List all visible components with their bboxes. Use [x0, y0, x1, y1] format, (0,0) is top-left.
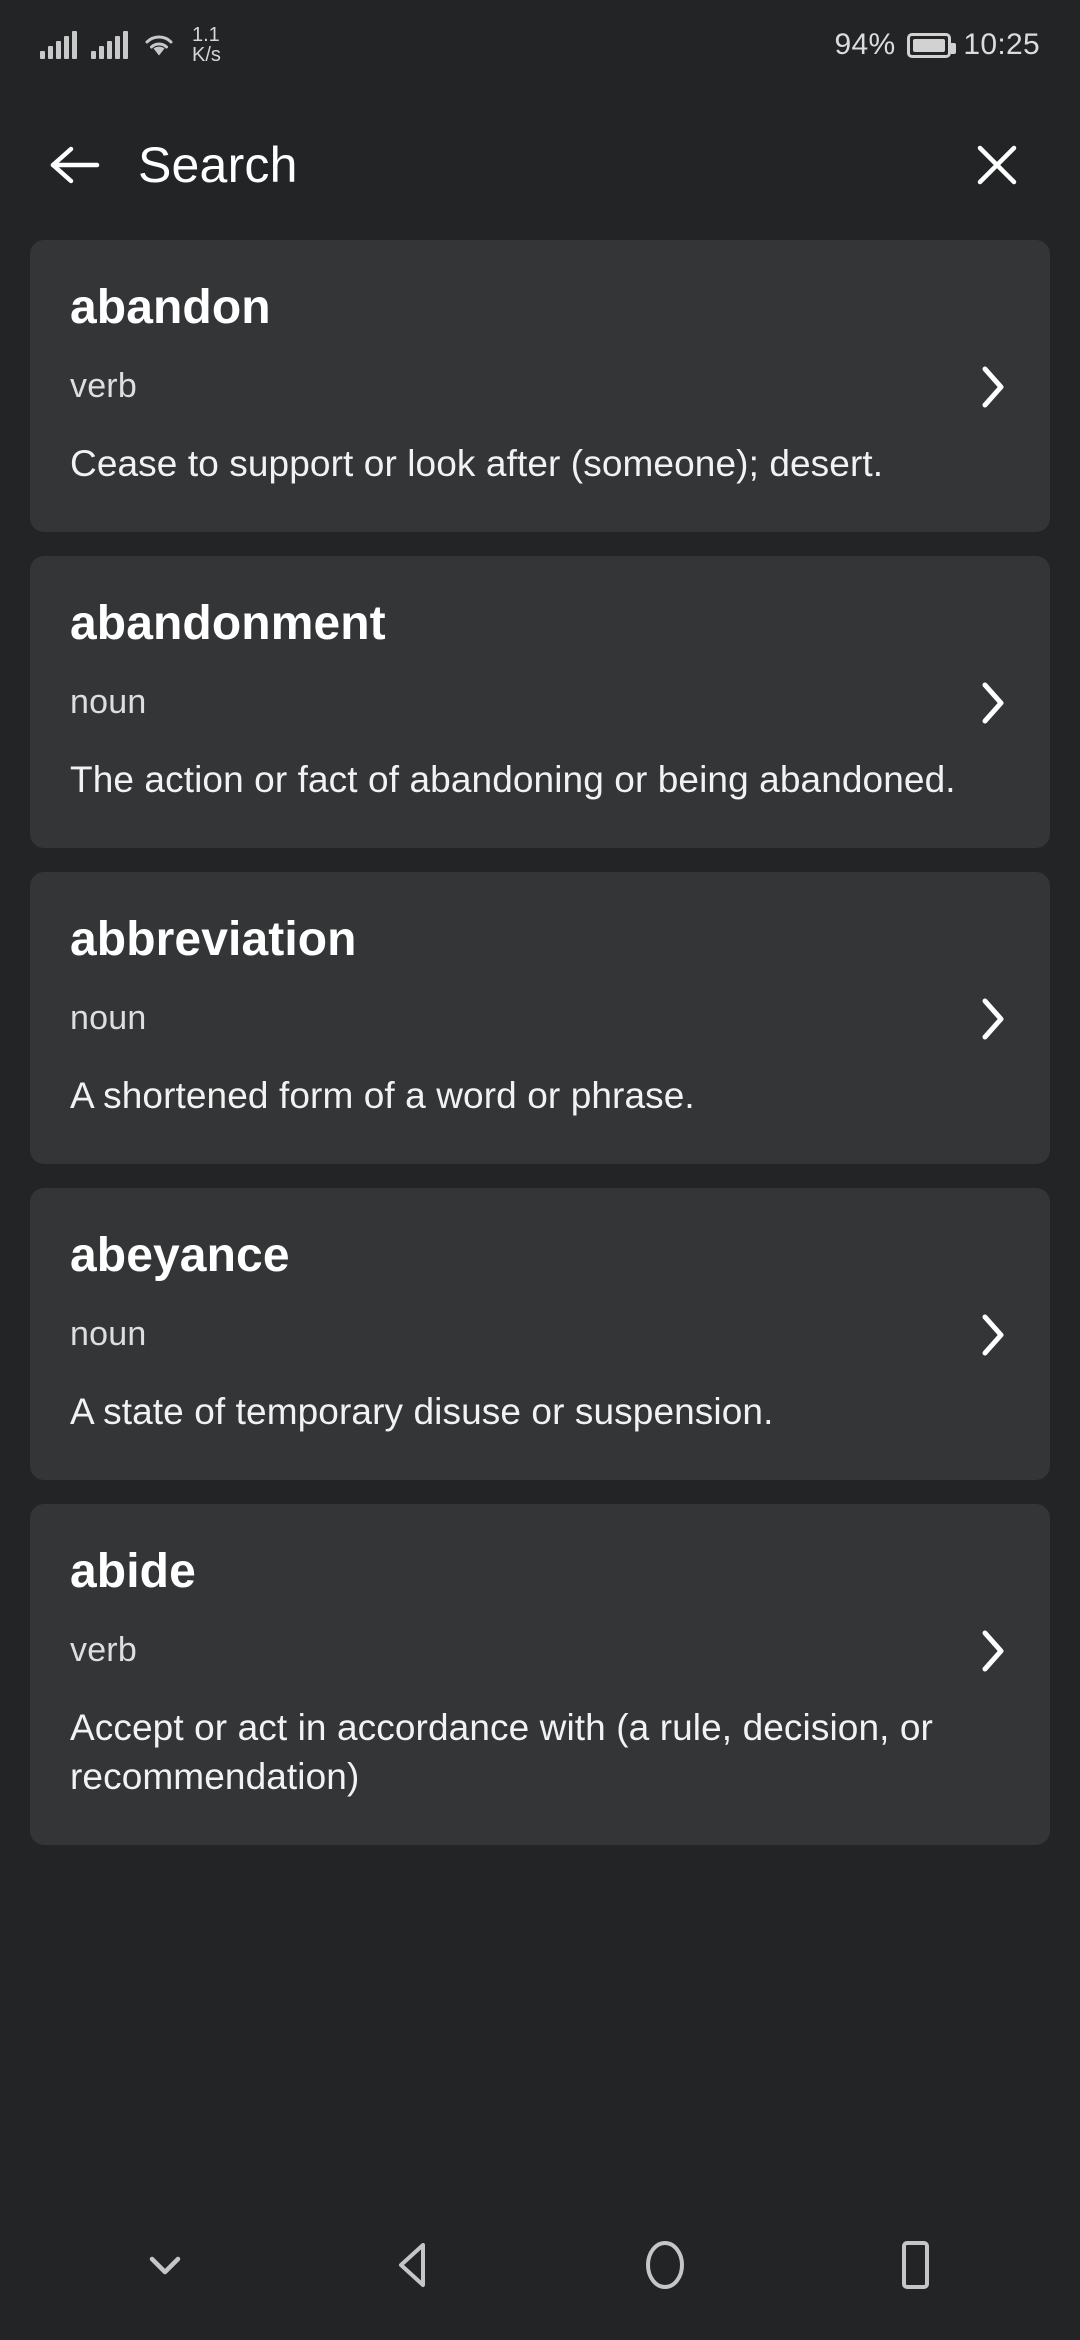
signal-bars-icon-2 — [91, 31, 128, 59]
status-bar-left: 1.1 K/s — [40, 25, 221, 65]
network-speed-value: 1.1 — [192, 24, 220, 46]
result-part-of-speech: noun — [70, 1315, 147, 1354]
network-speed: 1.1 K/s — [192, 25, 221, 65]
signal-bars-icon — [40, 31, 77, 59]
page-title: Search — [138, 137, 298, 193]
app-bar: Search — [0, 90, 1080, 240]
result-definition: The action or fact of abandoning or bein… — [70, 758, 956, 800]
result-part-of-speech: noun — [70, 683, 147, 722]
search-results-list[interactable]: abandon verb Cease to support or look af… — [0, 240, 1080, 2190]
chevron-right-icon[interactable] — [976, 1309, 1010, 1361]
phone-screen: 1.1 K/s 94% 10:25 Search abandon verb Ce… — [0, 0, 1080, 2340]
chevron-right-icon[interactable] — [976, 993, 1010, 1045]
result-definition: Cease to support or look after (someone)… — [70, 442, 884, 484]
result-word: abeyance — [70, 1229, 290, 1282]
wifi-icon — [145, 35, 173, 56]
result-part-of-speech: verb — [70, 1631, 137, 1670]
result-meta-row: verb — [70, 361, 1010, 413]
status-bar-clock: 10:25 — [963, 28, 1040, 61]
chevron-down-icon[interactable] — [110, 2210, 220, 2320]
network-speed-unit: K/s — [192, 44, 221, 66]
list-item[interactable]: abeyance noun A state of temporary disus… — [30, 1188, 1050, 1480]
result-word: abandon — [70, 281, 271, 334]
back-arrow-icon[interactable] — [38, 128, 112, 202]
result-word: abbreviation — [70, 913, 357, 966]
close-icon[interactable] — [960, 128, 1034, 202]
chevron-right-icon[interactable] — [976, 677, 1010, 729]
result-meta-row: noun — [70, 677, 1010, 729]
result-definition: A state of temporary disuse or suspensio… — [70, 1390, 774, 1432]
result-word: abide — [70, 1545, 196, 1598]
list-item[interactable]: abbreviation noun A shortened form of a … — [30, 872, 1050, 1164]
system-navigation-bar — [0, 2190, 1080, 2340]
result-definition: Accept or act in accordance with (a rule… — [70, 1706, 933, 1797]
status-bar-right: 94% 10:25 — [834, 28, 1040, 62]
list-item[interactable]: abandonment noun The action or fact of a… — [30, 556, 1050, 848]
square-recents-icon[interactable] — [860, 2210, 970, 2320]
result-part-of-speech: noun — [70, 999, 147, 1038]
result-meta-row: verb — [70, 1625, 1010, 1677]
result-meta-row: noun — [70, 993, 1010, 1045]
list-item[interactable]: abide verb Accept or act in accordance w… — [30, 1504, 1050, 1846]
result-meta-row: noun — [70, 1309, 1010, 1361]
battery-icon — [907, 32, 957, 58]
chevron-right-icon[interactable] — [976, 361, 1010, 413]
chevron-right-icon[interactable] — [976, 1625, 1010, 1677]
triangle-back-icon[interactable] — [360, 2210, 470, 2320]
result-definition: A shortened form of a word or phrase. — [70, 1074, 695, 1116]
battery-percent: 94% — [834, 28, 896, 61]
result-word: abandonment — [70, 597, 386, 650]
circle-home-icon[interactable] — [610, 2210, 720, 2320]
list-item[interactable]: abandon verb Cease to support or look af… — [30, 240, 1050, 532]
result-part-of-speech: verb — [70, 367, 137, 406]
status-bar: 1.1 K/s 94% 10:25 — [0, 0, 1080, 90]
